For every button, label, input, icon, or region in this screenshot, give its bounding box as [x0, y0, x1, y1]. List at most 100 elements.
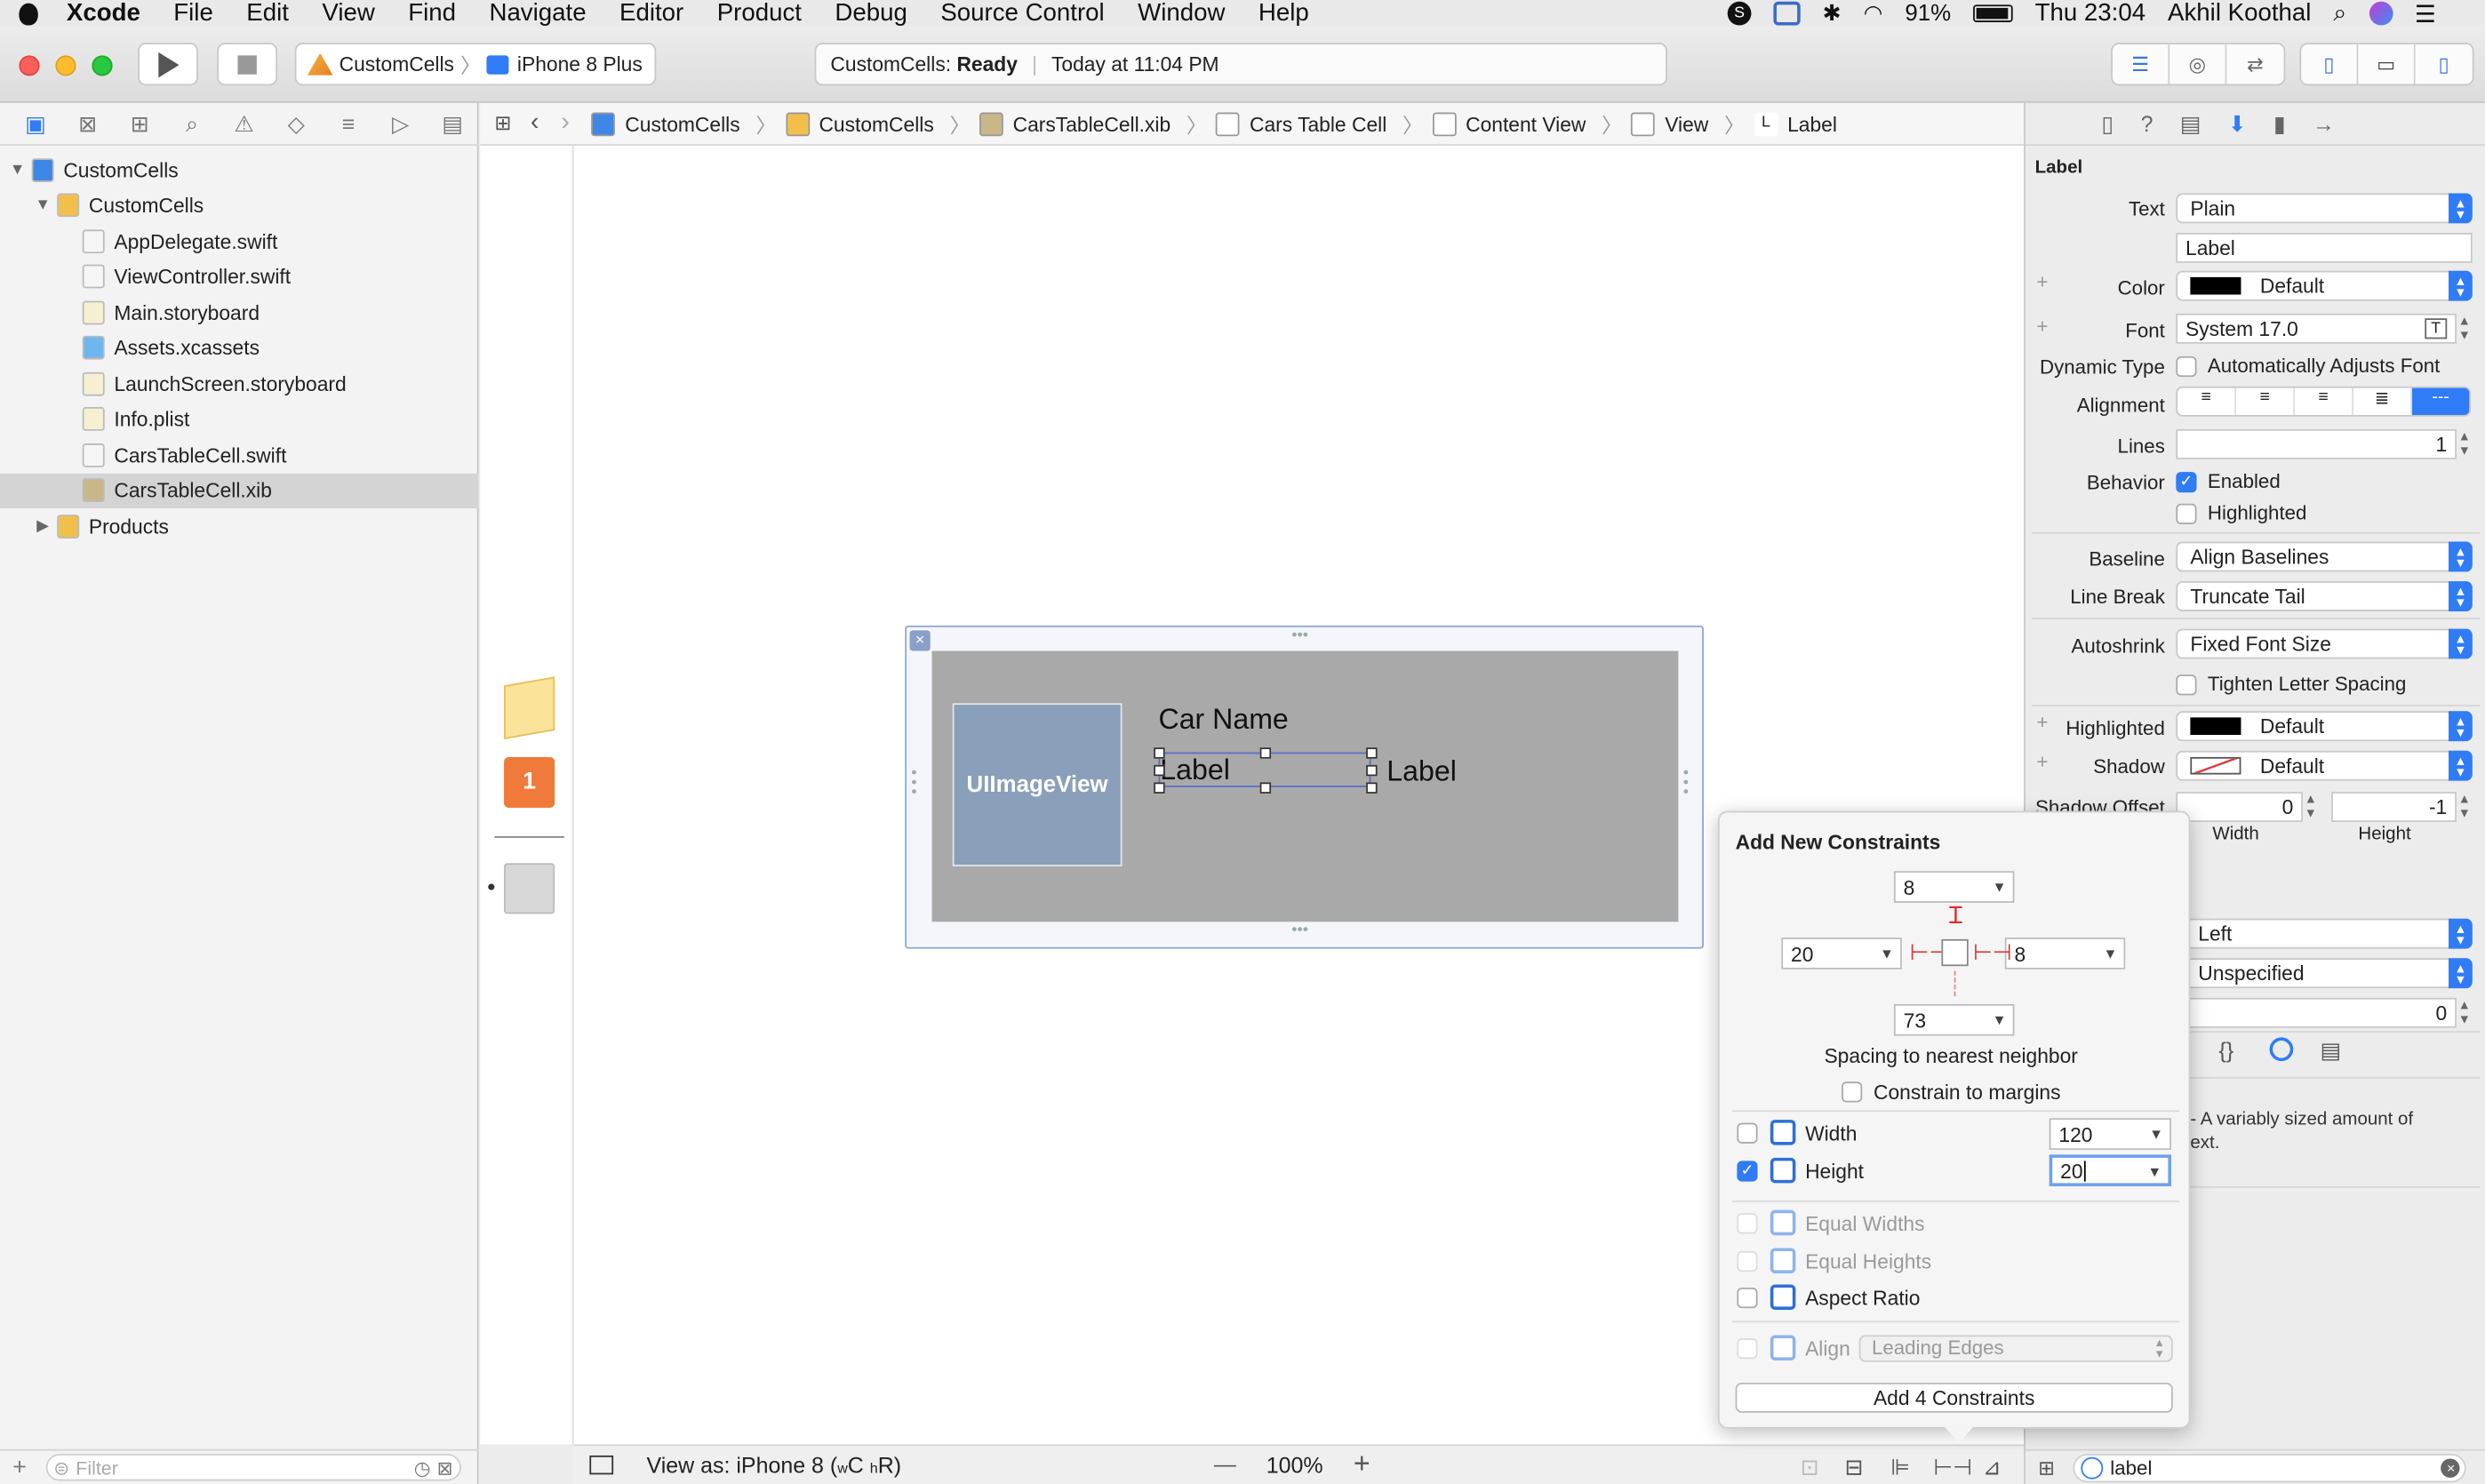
- dropdown-arrow-icon[interactable]: ▼: [1993, 879, 2007, 895]
- baseline-popup[interactable]: Align Baselines ▲ ▼: [2176, 541, 2473, 572]
- constrain-to-margins-checkbox[interactable]: Constrain to margins: [1842, 1081, 2061, 1104]
- zoom-in-button[interactable]: +: [1354, 1448, 1370, 1480]
- checkbox[interactable]: [2176, 502, 2197, 524]
- dropdown-arrow-icon[interactable]: ▼: [2103, 945, 2117, 961]
- align-natural-icon[interactable]: ---: [2412, 387, 2470, 415]
- breadcrumb-item[interactable]: CustomCells: [785, 111, 934, 136]
- content-mode-popup[interactable]: Left ▲ ▼: [2184, 918, 2473, 949]
- debug-navigator-icon[interactable]: ≡: [323, 111, 375, 137]
- view-toggle-segment[interactable]: ▯ ▭ ▯: [2299, 43, 2474, 86]
- lines-field[interactable]: 1: [2176, 429, 2457, 459]
- navigator-item[interactable]: ViewController.swift: [0, 259, 479, 294]
- related-items-icon[interactable]: ⊞: [494, 111, 511, 137]
- lines-stepper[interactable]: ▲ ▼: [2458, 429, 2471, 458]
- breadcrumb-item[interactable]: Content View: [1432, 111, 1586, 136]
- aspect-ratio-row[interactable]: Aspect Ratio: [1737, 1281, 1920, 1313]
- align-center-icon[interactable]: ≡: [2236, 387, 2296, 415]
- menu-editor[interactable]: Editor: [619, 0, 683, 28]
- standard-editor-icon[interactable]: ☰: [2113, 44, 2170, 84]
- tag-stepper[interactable]: ▲ ▼: [2458, 998, 2471, 1026]
- size-inspector-icon[interactable]: ▮: [2273, 110, 2286, 137]
- add-color-variation-icon[interactable]: +: [2036, 271, 2048, 293]
- selection-handle[interactable]: [1259, 747, 1272, 759]
- resolve-issues-icon[interactable]: ⊿: [1983, 1454, 2002, 1480]
- menu-window[interactable]: Window: [1138, 0, 1225, 28]
- color-popup[interactable]: Default ▲ ▼: [2176, 270, 2473, 301]
- checkbox[interactable]: [1737, 1121, 1758, 1143]
- shadow-width-stepper[interactable]: ▲ ▼: [2305, 792, 2317, 820]
- clear-search-icon[interactable]: ×: [2441, 1457, 2461, 1477]
- alignment-segment[interactable]: ≡ ≡ ≡ ≣ ---: [2176, 386, 2472, 417]
- breadcrumb-item[interactable]: CarsTableCell.xib: [979, 111, 1171, 136]
- shadow-popup[interactable]: Default ▲ ▼: [2176, 750, 2473, 781]
- resize-handle-left[interactable]: • • •: [911, 766, 916, 801]
- add-file-icon[interactable]: +: [12, 1454, 27, 1480]
- navigator-item[interactable]: Main.storyboard: [0, 295, 479, 331]
- menu-view[interactable]: View: [322, 0, 374, 28]
- skype-icon[interactable]: S: [1727, 1, 1752, 26]
- symbol-navigator-icon[interactable]: ⊞: [114, 110, 166, 137]
- tighten-checkbox[interactable]: Tighten Letter Spacing: [2176, 673, 2406, 695]
- height-constraint-row[interactable]: ✓ Height: [1737, 1154, 1864, 1186]
- align-left-icon[interactable]: ≡: [2177, 387, 2237, 415]
- user-name[interactable]: Akhil Koothal: [2168, 0, 2311, 28]
- selection-handle[interactable]: [1366, 747, 1378, 759]
- notification-center-icon[interactable]: ☰: [2415, 0, 2436, 28]
- resize-handle-top[interactable]: •••: [1291, 627, 1308, 645]
- dropdown-arrow-icon[interactable]: ▼: [1880, 945, 1894, 961]
- source-control-navigator-icon[interactable]: ⊠: [61, 110, 114, 137]
- left-spacing-field[interactable]: 20 ▼: [1781, 937, 1902, 969]
- object-library-icon[interactable]: [2269, 1037, 2294, 1062]
- breadcrumb-item[interactable]: CustomCells: [591, 111, 740, 136]
- menu-navigate[interactable]: Navigate: [489, 0, 586, 28]
- battery-icon[interactable]: [1973, 4, 2013, 22]
- editor-mode-segment[interactable]: ☰ ◎ ⇄: [2111, 43, 2286, 86]
- add-constraints-icon[interactable]: ⊢⊣: [1934, 1454, 1972, 1480]
- align-right-icon[interactable]: ≡: [2295, 387, 2354, 415]
- right-constraint-strut-icon[interactable]: ⊢⊣: [1973, 939, 2011, 966]
- clock[interactable]: Thu 23:04: [2035, 0, 2145, 28]
- stop-button[interactable]: [217, 43, 278, 86]
- embed-in-stack-icon[interactable]: ⊟: [1845, 1454, 1864, 1480]
- recent-files-icon[interactable]: ◷: [414, 1456, 431, 1479]
- dropdown-arrow-icon[interactable]: ▼: [2149, 1126, 2163, 1142]
- navigator-item[interactable]: CarsTableCell.xib: [0, 473, 479, 509]
- media-library-icon[interactable]: ▤: [2321, 1037, 2342, 1064]
- navigator-item[interactable]: ▼ CustomCells: [0, 187, 479, 223]
- close-window-button[interactable]: [19, 55, 40, 76]
- filter-field[interactable]: ⊜ Filter ◷ ⊠: [45, 1454, 461, 1481]
- file-template-library-icon[interactable]: {}: [2218, 1037, 2233, 1063]
- wifi-icon[interactable]: ◠: [1864, 0, 1883, 27]
- shadow-offset-height[interactable]: -1: [2331, 792, 2457, 823]
- disclosure-open-icon[interactable]: ▼: [32, 196, 54, 214]
- bluetooth-icon[interactable]: ✱: [1823, 0, 1842, 27]
- disclosure-open-icon[interactable]: ▼: [6, 161, 28, 179]
- project-navigator-icon[interactable]: ▣: [10, 110, 62, 137]
- breakpoint-navigator-icon[interactable]: ▷: [374, 110, 427, 137]
- checkbox[interactable]: [2176, 674, 2197, 695]
- menu-debug[interactable]: Debug: [835, 0, 907, 28]
- navigator-toggle-icon[interactable]: ▯: [2301, 44, 2359, 84]
- navigator-item[interactable]: LaunchScreen.storyboard: [0, 366, 479, 402]
- attributes-inspector-icon[interactable]: ⬇: [2228, 110, 2247, 137]
- bottom-spacing-field[interactable]: 73 ▼: [1893, 1003, 2015, 1036]
- dropdown-arrow-icon[interactable]: ▼: [1993, 1012, 2007, 1028]
- menu-find[interactable]: Find: [408, 0, 456, 28]
- file-inspector-icon[interactable]: ▯: [2102, 110, 2114, 137]
- add-constraints-button[interactable]: Add 4 Constraints: [1735, 1382, 2173, 1413]
- breadcrumb-item[interactable]: Cars Table Cell: [1216, 111, 1386, 136]
- font-field[interactable]: System 17.0 T: [2176, 313, 2457, 344]
- spotlight-search-icon[interactable]: ⌕: [2333, 0, 2346, 27]
- remove-object-icon[interactable]: ×: [909, 630, 931, 651]
- update-frames-icon[interactable]: ⊡: [1801, 1454, 1819, 1480]
- semantic-popup[interactable]: Unspecified ▲ ▼: [2184, 958, 2473, 989]
- add-highlighted-variation-icon[interactable]: +: [2036, 711, 2048, 733]
- report-navigator-icon[interactable]: ▤: [427, 110, 479, 137]
- navigator-item[interactable]: ▼ CustomCells: [0, 152, 479, 187]
- teamviewer-icon[interactable]: [1773, 1, 1801, 26]
- debug-area-toggle-icon[interactable]: ▭: [2358, 44, 2416, 84]
- text-type-popup[interactable]: Plain ▲ ▼: [2176, 193, 2473, 224]
- selection-handle[interactable]: [1259, 782, 1272, 794]
- apple-menu-icon[interactable]: [19, 2, 38, 25]
- width-constant-field[interactable]: 120 ▼: [2049, 1118, 2171, 1150]
